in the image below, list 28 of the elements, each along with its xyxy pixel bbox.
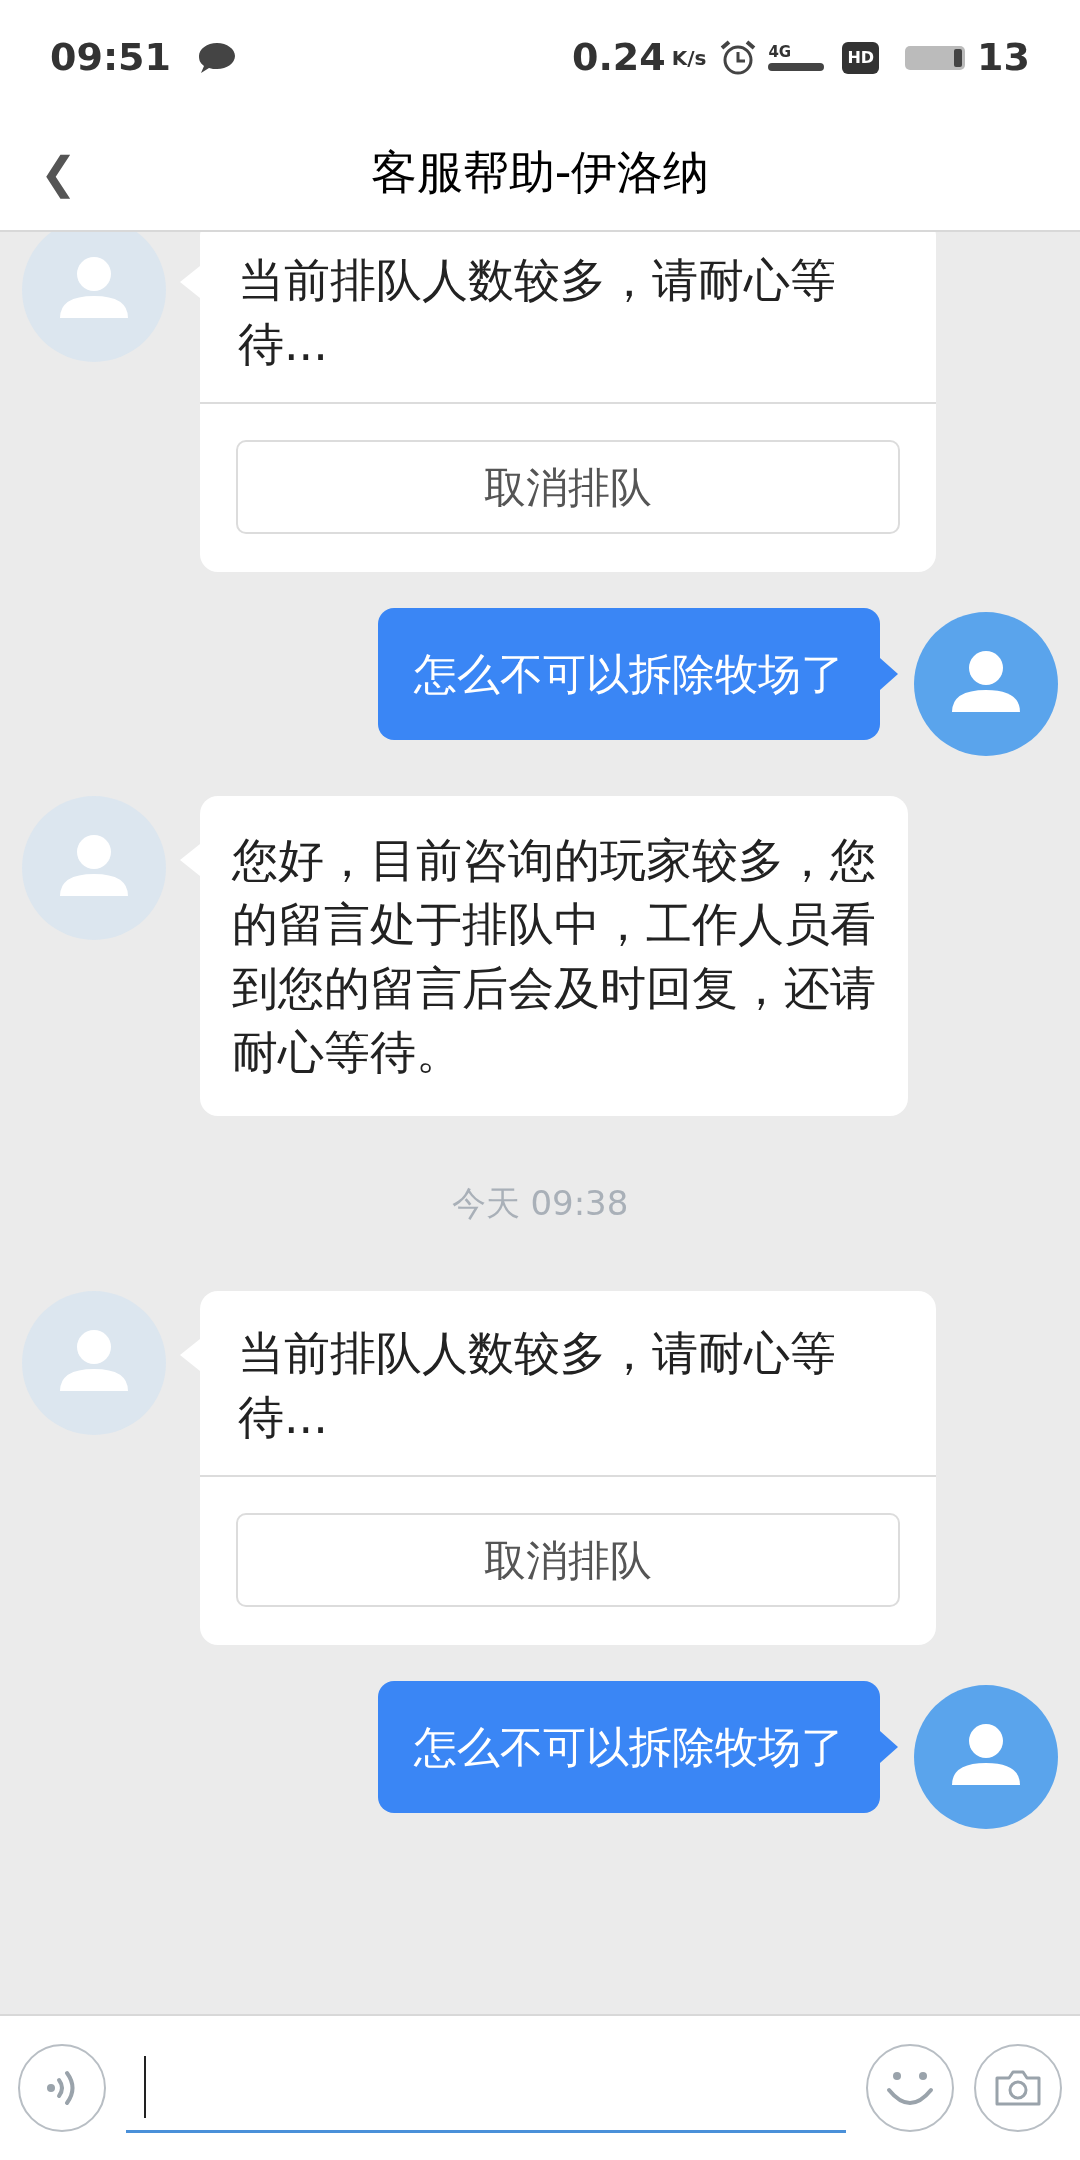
timestamp: 今天 09:38 [451,1182,629,1225]
hd-badge: HD [842,41,880,74]
window-title: 客服帮助-伊洛纳 [370,144,710,201]
avatar-icon [22,232,166,362]
camera-button[interactable] [974,2044,1062,2132]
battery-icon [905,45,966,70]
cancel-queue-button[interactable]: 取消排队 [236,1513,900,1607]
network-speed: 0.24 [571,34,666,81]
message-text: 您好，目前咨询的玩家较多，您的留言处于排队中，工作人员看到您的留言后会及时回复，还请耐心等待。 [232,832,876,1081]
message-text: 怎么不可以拆除牧场了 [414,648,844,701]
emoji-button[interactable] [866,2044,954,2132]
avatar-icon [22,796,166,940]
avatar-icon [914,612,1058,756]
message-icon [196,40,237,75]
message-text: 怎么不可以拆除牧场了 [414,1721,844,1774]
avatar-icon [914,1685,1058,1829]
back-button[interactable]: ❮ [40,139,77,206]
battery-level: 13 [977,34,1030,81]
message-text: 当前排队人数较多，请耐心等待... [238,1325,836,1446]
avatar-icon [22,1291,166,1435]
message-text: 当前排队人数较多，请耐心等待... [238,252,836,373]
cancel-queue-button[interactable]: 取消排队 [236,440,900,534]
voice-button[interactable] [18,2044,106,2132]
speed-unit: K/s [671,44,707,72]
network-type: 4G [768,44,792,60]
camera-icon [994,2068,1042,2108]
clock-time: 09:51 [50,34,171,81]
signal-bar [768,62,825,71]
